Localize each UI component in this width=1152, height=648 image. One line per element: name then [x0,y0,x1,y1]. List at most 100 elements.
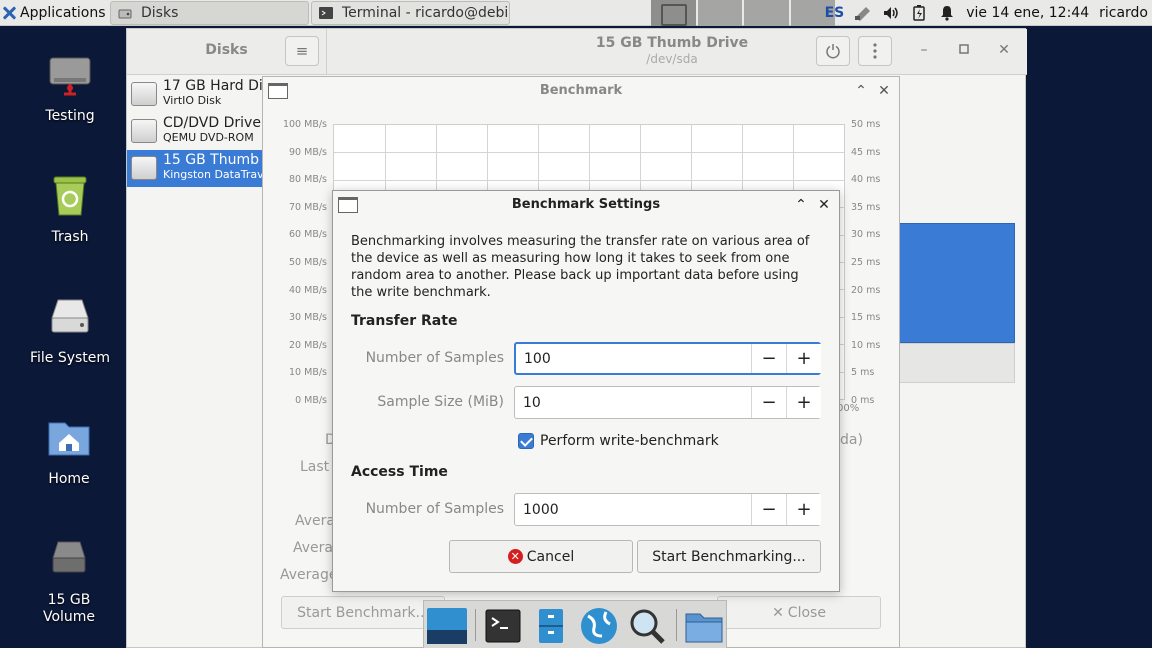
disks-menu-button[interactable]: ≡ [285,36,319,66]
axis-label-right: 25 ms [851,257,881,268]
transfer-samples-spinner: − + [514,342,821,375]
battery-icon[interactable] [910,5,928,21]
folder-icon[interactable] [683,606,725,646]
benchmark-collapse-button[interactable]: ⌃ [853,82,869,100]
benchmark-last-label: Last [300,459,330,475]
workspace-3[interactable] [744,0,789,26]
settings-close-x-button[interactable]: ✕ [816,196,832,214]
desktop-icon-trash[interactable]: Trash [15,171,125,246]
transfer-samples-increment[interactable]: + [786,344,821,373]
transfer-samples-decrement[interactable]: − [751,344,786,373]
workspace-2[interactable] [697,0,742,26]
user-menu[interactable]: ricardo [1099,5,1148,21]
minus-icon: − [761,499,777,520]
minimize-button[interactable]: – [915,41,933,59]
close-icon: ✕ [818,197,830,213]
plus-icon: + [796,499,812,520]
benchmark-average-label: Avera [295,513,335,529]
home-folder-icon [48,422,90,456]
web-browser-icon[interactable] [578,606,620,646]
benchmark-title: Benchmark [539,83,623,98]
transfer-samples-label: Number of Samples [365,350,504,366]
access-samples-spinner: − + [514,493,821,526]
clock[interactable]: vie 14 ene, 12:44 [966,5,1089,21]
volume-partition-bar[interactable] [899,223,1015,343]
disks-headerbar: Disks ≡ 15 GB Thumb Drive /dev/sda – ✕ [127,29,1027,75]
axis-label-right: 40 ms [851,174,881,185]
access-samples-label: Number of Samples [365,501,504,517]
desktop-icon-volume[interactable]: 15 GB Volume [14,534,124,626]
applications-menu[interactable]: Applications ⁝ [2,2,113,24]
bell-icon[interactable] [938,5,956,21]
system-tray: ES vie 14 ene, 12:44 ricardo [825,0,1152,26]
dock [423,600,727,648]
hard-drive-icon [51,299,89,333]
disks-app-icon [118,9,132,19]
drive-options-button[interactable] [858,36,892,66]
start-benchmarking-button[interactable]: Start Benchmarking... [637,540,821,573]
applications-label: Applications [20,5,106,21]
benchmark-close-button[interactable]: ✕ Close [717,596,881,629]
desktop-label-trash: Trash [51,229,89,245]
axis-label-left: 100 MB/s [282,119,327,130]
desktop-icon-home[interactable]: Home [14,413,124,488]
vertical-dots-icon [873,43,877,59]
taskbar-terminal[interactable]: Terminal - ricardo@debi... [311,1,510,25]
sample-size-input[interactable] [515,387,751,418]
show-desktop-icon[interactable] [426,606,468,646]
axis-label-left: 60 MB/s [289,229,327,240]
axis-label-right: 50 ms [851,119,881,130]
close-icon: ✕ [878,83,890,99]
chevron-up-icon: ⌃ [855,83,867,99]
top-panel: Applications ⁝ Disks Terminal - ricardo@… [0,0,1152,26]
access-time-heading: Access Time [351,464,448,480]
start-benchmark-label: Start Benchmark... [297,604,429,621]
settings-titlebar: Benchmark Settings ⌃ ✕ [333,191,839,219]
sample-size-increment[interactable]: + [786,387,821,418]
benchmark-average-label: Average [280,567,338,583]
benchmark-average-label: Avera [293,540,333,556]
access-samples-input[interactable] [515,494,751,525]
network-icon[interactable] [854,5,872,21]
close-icon: ✕ [772,604,784,621]
hard-disk-icon [131,82,157,106]
optical-drive-icon [131,119,157,143]
cancel-icon: ✕ [507,549,523,564]
minus-icon: − [761,392,777,413]
axis-label-left: 40 MB/s [289,285,327,296]
sample-size-decrement[interactable]: − [751,387,786,418]
axis-label-right: 15 ms [851,312,881,323]
workspace-1[interactable] [651,0,696,26]
settings-collapse-button[interactable]: ⌃ [793,196,809,214]
volume-icon[interactable] [882,5,900,21]
terminal-icon[interactable] [482,606,524,646]
benchmark-close-x-button[interactable]: ✕ [876,82,892,100]
keyboard-layout[interactable]: ES [825,5,845,21]
power-off-button[interactable] [816,36,850,66]
file-manager-icon[interactable] [530,606,572,646]
trash-icon [53,176,87,216]
terminal-app-icon [319,7,333,19]
drive-subtitle: /dev/sda [646,52,698,66]
taskbar-disks[interactable]: Disks [110,1,309,25]
x-axis-end-label: 00% [837,403,860,414]
desktop-icon-filesystem[interactable]: File System [15,292,125,367]
start-benchmark-button[interactable]: Start Benchmark... [281,596,445,629]
transfer-samples-input[interactable] [516,344,752,373]
write-benchmark-checkbox[interactable]: Perform write-benchmark [518,433,719,449]
access-samples-increment[interactable]: + [786,494,821,525]
axis-label-left: 0 MB/s [295,395,327,406]
network-drive-icon [49,57,91,96]
plus-icon: + [796,392,812,413]
taskbar-disks-label: Disks [141,5,179,21]
write-benchmark-label: Perform write-benchmark [540,433,719,449]
close-window-button[interactable]: ✕ [995,41,1013,59]
search-icon[interactable] [626,606,668,646]
access-samples-decrement[interactable]: − [751,494,786,525]
cancel-button[interactable]: ✕ Cancel [449,540,633,573]
drive-title: 15 GB Thumb Drive [595,35,749,51]
transfer-rate-heading: Transfer Rate [351,313,458,329]
desktop-icon-testing[interactable]: Testing [15,50,125,125]
axis-label-left: 30 MB/s [289,312,327,323]
maximize-button[interactable] [955,41,973,59]
